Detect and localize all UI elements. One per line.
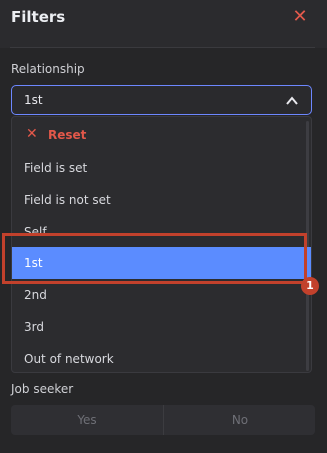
annotation-highlight	[2, 233, 307, 284]
relationship-selected-value: 1st	[24, 93, 43, 107]
option-3rd[interactable]: 3rd	[12, 311, 311, 343]
header-divider	[10, 47, 315, 48]
option-label: Reset	[48, 128, 87, 142]
filters-header: Filters ✕	[0, 0, 327, 48]
option-reset[interactable]: ✕ Reset	[12, 119, 311, 151]
option-field-is-set[interactable]: Field is set	[12, 152, 311, 184]
job-seeker-no-button[interactable]: No	[163, 405, 315, 435]
job-seeker-label: Job seeker	[11, 382, 74, 396]
reset-x-icon: ✕	[26, 126, 38, 142]
option-label: Field is not set	[24, 193, 111, 207]
option-label: Out of network	[24, 352, 114, 366]
option-label: 2nd	[24, 288, 47, 302]
option-label: 3rd	[24, 320, 44, 334]
relationship-select[interactable]: 1st	[11, 85, 312, 115]
job-seeker-yes-button[interactable]: Yes	[11, 405, 163, 435]
relationship-label: Relationship	[11, 62, 85, 76]
option-field-is-not-set[interactable]: Field is not set	[12, 184, 311, 216]
job-seeker-toggle: Yes No	[11, 405, 315, 435]
option-out-of-network[interactable]: Out of network	[12, 343, 311, 375]
annotation-badge: 1	[301, 277, 319, 295]
page-title: Filters	[11, 8, 66, 26]
chevron-up-icon	[286, 96, 298, 105]
option-label: Field is set	[24, 161, 88, 175]
close-icon[interactable]: ✕	[291, 8, 309, 26]
